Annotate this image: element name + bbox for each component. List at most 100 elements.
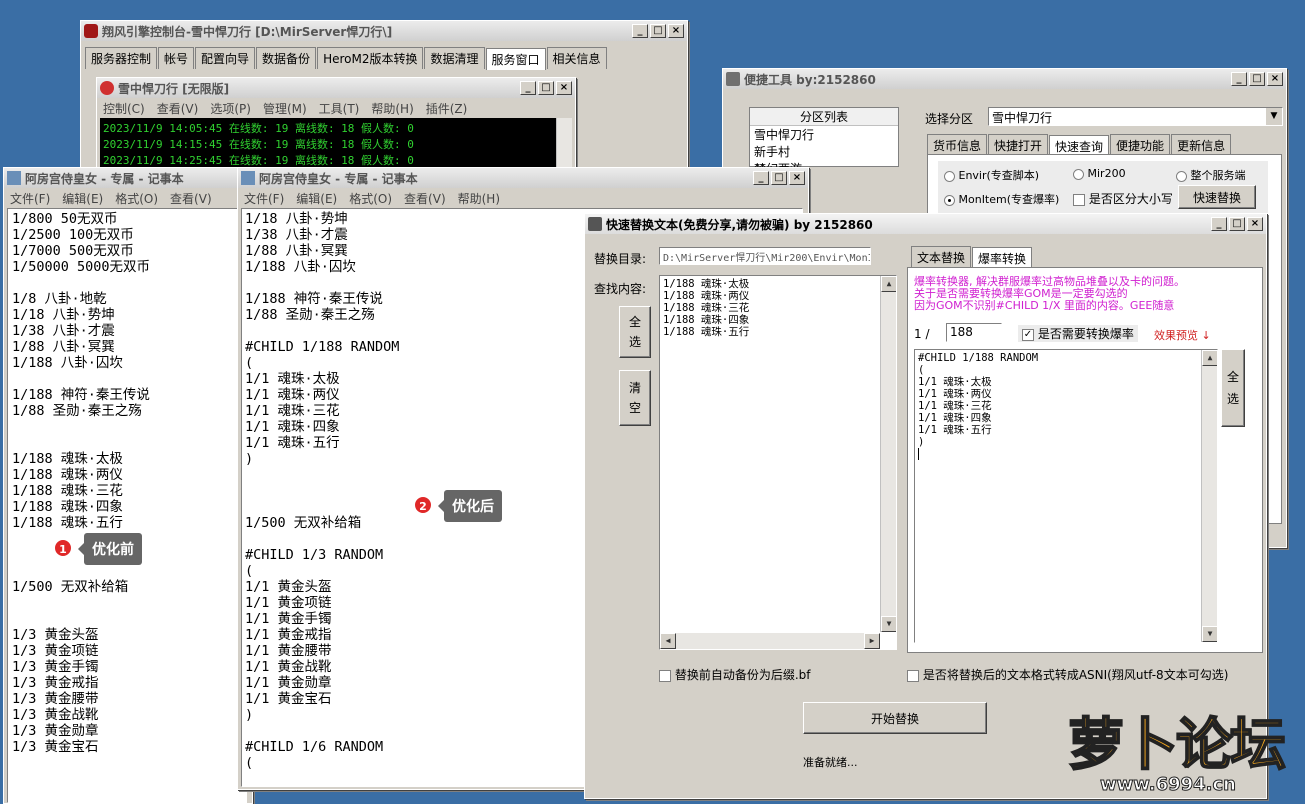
select-all-button[interactable]: 全 选: [619, 306, 651, 358]
tab-updates[interactable]: 更新信息: [1171, 134, 1232, 156]
tab-currency[interactable]: 货币信息: [927, 134, 988, 156]
preview-line: 1/1 魂珠·两仪: [918, 388, 992, 400]
case-sensitive-checkbox[interactable]: 是否区分大小写: [1073, 190, 1173, 207]
console-window: 翔风引擎控制台-雪中悍刀行 [D:\MirServer悍刀行\] _ □ × 服务器…: [80, 20, 688, 180]
scroll-up-icon[interactable]: ▲: [1202, 350, 1217, 366]
scroll-down-icon[interactable]: ▼: [881, 616, 896, 632]
replacer-titlebar[interactable]: 快速替换文本(免费分享,请勿被骗) by 2152860 _ □ ×: [585, 214, 1266, 234]
menu-tools[interactable]: 工具(T): [319, 100, 360, 116]
notepad1-text[interactable]: 1/800 50无双币 1/2500 100无双币 1/7000 500无双币 1/5…: [7, 208, 247, 803]
menu-options[interactable]: 选项(P): [210, 100, 251, 116]
scroll-left-icon[interactable]: ◀: [660, 633, 676, 649]
text-line: [12, 371, 242, 387]
menu-help[interactable]: 帮助(H): [458, 190, 500, 206]
ansi-checkbox[interactable]: 是否将替换后的文本格式转成ASNI(翔风utf-8文本可勾选): [907, 666, 1228, 683]
maximize-button[interactable]: □: [771, 171, 787, 185]
close-button[interactable]: ×: [668, 24, 684, 38]
menu-help[interactable]: 帮助(H): [371, 100, 413, 116]
menu-view[interactable]: 查看(V): [157, 100, 199, 116]
tab-convenience[interactable]: 便捷功能: [1110, 134, 1171, 156]
clear-button[interactable]: 清 空: [619, 370, 651, 426]
find-content[interactable]: 1/188 魂珠·太极 1/188 魂珠·两仪 1/188 魂珠·三花 1/18…: [659, 275, 897, 650]
preview-line: (: [918, 364, 925, 376]
radio-mir200[interactable]: Mir200: [1073, 167, 1126, 180]
backup-checkbox[interactable]: 替换前自动备份为后缀.bf: [659, 666, 811, 683]
rate-input[interactable]: 188: [946, 323, 1002, 342]
partition-list[interactable]: 分区列表 雪中悍刀行 新手村 梦幻西游: [749, 107, 899, 176]
text-cursor: [918, 448, 919, 460]
close-button[interactable]: ×: [1247, 217, 1263, 231]
rate-convert-panel: 爆率转换器, 解决群服爆率过高物品堆叠以及卡的问题。 关于是否需要转换爆率GOM…: [907, 267, 1263, 653]
convert-rate-checkbox[interactable]: ✓ 是否需要转换爆率: [1018, 325, 1138, 342]
menu-edit[interactable]: 编辑(E): [296, 190, 337, 206]
maximize-button[interactable]: □: [1229, 217, 1245, 231]
dir-input[interactable]: D:\MirServer悍刀行\Mir200\Envir\MonItems: [659, 247, 871, 265]
menu-edit[interactable]: 编辑(E): [62, 190, 103, 206]
text-line: 1/2500 100无双币: [12, 227, 134, 243]
close-button[interactable]: ×: [789, 171, 805, 185]
forum-watermark-logo: 萝卜论坛 www.6994.cn: [1060, 700, 1300, 800]
radio-monitem[interactable]: MonItem(专查爆率): [944, 191, 1059, 207]
minimize-button[interactable]: _: [1211, 217, 1227, 231]
tab-rate-convert[interactable]: 爆率转换: [972, 247, 1033, 269]
menu-format[interactable]: 格式(O): [115, 190, 158, 206]
minimize-button[interactable]: _: [632, 24, 648, 38]
tab-account[interactable]: 帐号: [158, 47, 195, 69]
tab-quick-open[interactable]: 快捷打开: [988, 134, 1049, 156]
find-line: 1/188 魂珠·两仪: [663, 290, 750, 302]
quick-replace-button[interactable]: 快速替换: [1178, 185, 1256, 209]
menu-control[interactable]: 控制(C): [103, 100, 145, 116]
close-button[interactable]: ×: [1267, 72, 1283, 86]
notepad2-titlebar[interactable]: 阿房宫侍皇女 - 专属 - 记事本 _ □ ×: [238, 168, 808, 188]
minimize-button[interactable]: _: [1231, 72, 1247, 86]
minimize-button[interactable]: _: [520, 81, 536, 95]
partition-item[interactable]: 新手村: [750, 143, 898, 160]
notepad1-titlebar[interactable]: 阿房宫侍皇女 - 专属 - 记事本: [4, 168, 252, 188]
preview-select-all-button[interactable]: 全 选: [1221, 349, 1245, 427]
preview-line: 1/1 魂珠·五行: [918, 424, 992, 436]
radio-envir[interactable]: Envir(专查脚本): [944, 167, 1039, 183]
console-titlebar[interactable]: 翔风引擎控制台-雪中悍刀行 [D:\MirServer悍刀行\] _ □ ×: [81, 21, 687, 41]
tab-server-control[interactable]: 服务器控制: [85, 47, 158, 69]
tab-text-replace[interactable]: 文本替换: [911, 246, 972, 268]
menu-file[interactable]: 文件(F): [244, 190, 284, 206]
server-titlebar[interactable]: 雪中悍刀行 [无限版] _ □ ×: [97, 78, 575, 98]
partition-select[interactable]: 雪中悍刀行 ▼: [988, 107, 1283, 126]
chevron-down-icon[interactable]: ▼: [1266, 108, 1282, 125]
menu-file[interactable]: 文件(F): [10, 190, 50, 206]
start-replace-button[interactable]: 开始替换: [803, 702, 987, 734]
quicktool-titlebar[interactable]: 便捷工具 by:2152860 _ □ ×: [723, 69, 1286, 89]
tab-about[interactable]: 相关信息: [546, 47, 607, 69]
annotation-badge-2: 2: [413, 495, 433, 515]
partition-item[interactable]: 雪中悍刀行: [750, 126, 898, 143]
menu-view[interactable]: 查看(V): [404, 190, 446, 206]
scroll-down-icon[interactable]: ▼: [1202, 626, 1217, 642]
notepad1-menubar: 文件(F) 编辑(E) 格式(O) 查看(V): [4, 188, 252, 206]
tab-data-backup[interactable]: 数据备份: [256, 47, 317, 69]
radio-whole-server[interactable]: 整个服务端: [1176, 167, 1246, 183]
dir-label: 替换目录:: [594, 252, 647, 266]
menu-format[interactable]: 格式(O): [349, 190, 392, 206]
text-line: 1/500 无双补给箱: [12, 579, 129, 595]
preview-scrollbar[interactable]: ▲ ▼: [1201, 350, 1217, 642]
menu-plugins[interactable]: 插件(Z): [426, 100, 468, 116]
tab-herom2-convert[interactable]: HeroM2版本转换: [317, 47, 424, 69]
find-scrollbar[interactable]: ▲ ▼: [880, 276, 896, 632]
notepad1-title: 阿房宫侍皇女 - 专属 - 记事本: [25, 171, 184, 186]
minimize-button[interactable]: _: [753, 171, 769, 185]
tab-data-cleanup[interactable]: 数据清理: [424, 47, 485, 69]
tab-service-window[interactable]: 服务窗口: [485, 48, 546, 70]
tab-config-wizard[interactable]: 配置向导: [195, 47, 256, 69]
find-hscrollbar[interactable]: ◀ ▶: [660, 633, 880, 649]
text-line: 1/188 魂珠·太极: [12, 451, 123, 467]
maximize-button[interactable]: □: [1249, 72, 1265, 86]
maximize-button[interactable]: □: [650, 24, 666, 38]
scroll-up-icon[interactable]: ▲: [881, 276, 896, 292]
scroll-right-icon[interactable]: ▶: [864, 633, 880, 649]
menu-manage[interactable]: 管理(M): [263, 100, 307, 116]
menu-view[interactable]: 查看(V): [170, 190, 212, 206]
close-button[interactable]: ×: [556, 81, 572, 95]
find-line: 1/188 魂珠·三花: [663, 302, 750, 314]
preview-text[interactable]: #CHILD 1/188 RANDOM ( 1/1 魂珠·太极 1/1 魂珠·两…: [914, 349, 1218, 643]
maximize-button[interactable]: □: [538, 81, 554, 95]
